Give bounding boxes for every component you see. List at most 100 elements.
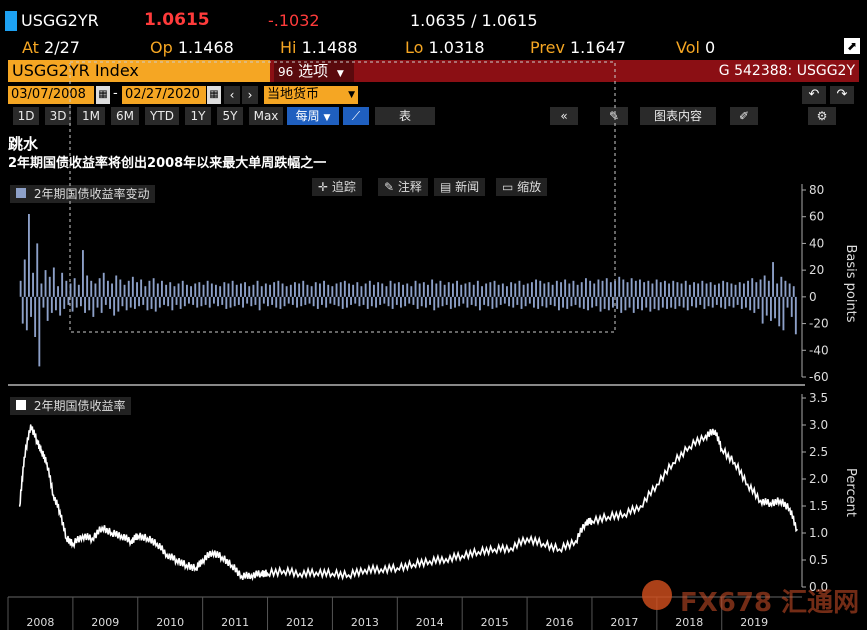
bar-mark: [148, 280, 151, 297]
bar-mark: [308, 296, 311, 304]
bar-mark: [325, 296, 328, 308]
bar-mark: [458, 296, 461, 307]
bar-mark: [48, 276, 51, 297]
yield-point: [40, 451, 43, 453]
bar-mark: [71, 296, 74, 312]
bar-mark: [539, 280, 542, 297]
bar-mark: [246, 296, 249, 304]
bar-mark: [736, 296, 739, 305]
bar-mark: [626, 282, 629, 297]
bar-mark: [204, 296, 207, 305]
bar-mark: [703, 296, 706, 309]
bar-mark: [728, 296, 731, 307]
yield-point: [688, 445, 691, 448]
bar-mark: [173, 286, 176, 297]
bar-mark: [275, 296, 278, 308]
bar-mark: [88, 296, 91, 311]
bar-mark: [632, 296, 635, 313]
bar-mark: [589, 280, 592, 297]
bar-mark: [144, 286, 147, 297]
bar-mark: [709, 282, 712, 297]
bar-mark: [533, 296, 535, 308]
bar-mark: [524, 296, 527, 307]
chart-area[interactable]: 80 60 40 20 0 -20 -40 -60 Basis points 3.5 3.0 2.5 2…: [0, 0, 867, 630]
bar-mark: [718, 283, 720, 297]
bar-mark: [127, 280, 130, 297]
bar-mark: [55, 296, 57, 311]
bar-mark: [256, 280, 259, 297]
bar-mark: [568, 283, 571, 297]
bar-mark: [337, 296, 340, 307]
yield-point: [789, 507, 791, 510]
bar-mark: [574, 296, 577, 305]
bar-mark: [528, 296, 531, 304]
bar-mark: [125, 296, 128, 311]
bar-mark: [616, 296, 619, 309]
bar-mark: [790, 296, 793, 317]
yield-point: [299, 572, 301, 575]
bar-mark: [641, 296, 643, 311]
bar-mark: [493, 280, 496, 297]
bar-mark: [63, 296, 66, 309]
yield-point: [91, 537, 94, 540]
bar-mark: [213, 296, 215, 304]
yield-point: [166, 553, 168, 556]
bar-mark: [778, 296, 781, 327]
bar-mark: [670, 296, 673, 308]
bar-mark: [242, 296, 244, 308]
bar-mark: [383, 296, 386, 304]
bar-mark: [564, 279, 567, 297]
bar-mark: [454, 296, 456, 308]
yield-point: [23, 456, 26, 459]
bar-mark: [661, 296, 664, 308]
bar-mark: [271, 296, 274, 305]
bar-mark: [129, 296, 132, 308]
bar-mark: [77, 284, 80, 297]
bar-mark: [186, 284, 188, 297]
bar-mark: [177, 283, 180, 297]
bar-mark: [732, 296, 735, 308]
yield-point: [558, 548, 561, 550]
bar-mark: [84, 296, 86, 313]
bar-mark: [80, 296, 82, 307]
bar-mark: [131, 276, 134, 297]
x-tick-label: 2015: [481, 616, 509, 629]
bar-mark: [580, 282, 583, 297]
bar-mark: [96, 296, 99, 308]
yield-point: [493, 548, 496, 550]
bar-mark: [379, 296, 382, 305]
bar-mark: [190, 286, 192, 297]
bar-mark: [585, 278, 587, 297]
bar-mark: [555, 280, 558, 297]
bar-mark: [366, 296, 369, 309]
bar-mark: [776, 283, 779, 297]
bar-mark: [19, 280, 22, 297]
bar-mark: [123, 284, 126, 297]
bar-mark: [786, 296, 789, 308]
yield-point: [137, 534, 139, 537]
bar-mark: [770, 296, 772, 321]
bar-mark: [410, 286, 413, 297]
bar-mark: [657, 296, 660, 311]
bar-mark: [595, 296, 598, 307]
bar-mark: [684, 280, 687, 297]
bar-mark: [483, 296, 486, 305]
bar-mark: [435, 283, 438, 297]
bar-mark: [86, 275, 89, 297]
bar-mark: [591, 296, 594, 308]
bar-mark: [472, 284, 475, 297]
bar-mark: [612, 296, 614, 308]
bar-mark: [576, 284, 579, 297]
bar-mark: [59, 296, 62, 316]
bar-mark: [711, 296, 714, 308]
bar-mark: [273, 282, 276, 297]
yield-point: [591, 520, 593, 522]
bar-mark: [427, 284, 429, 297]
bar-mark: [281, 283, 284, 297]
bar-mark: [501, 283, 504, 297]
bar-mark: [314, 282, 317, 297]
bar-mark: [312, 296, 315, 307]
line-y-tick-label: 3.0: [809, 418, 828, 432]
bar-mark: [543, 283, 546, 297]
bar-mark: [42, 296, 45, 308]
